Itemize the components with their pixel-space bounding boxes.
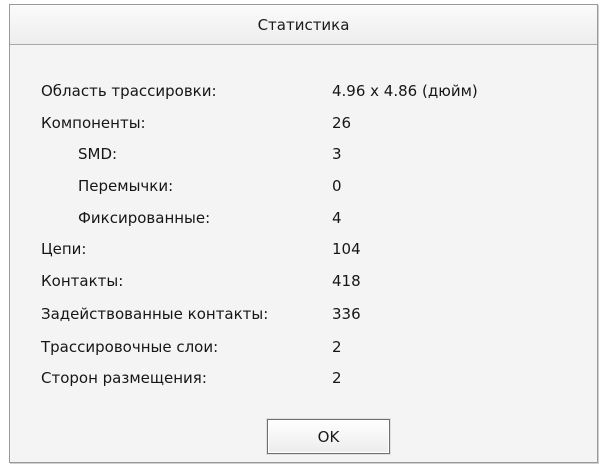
ok-button[interactable]: OK <box>267 419 390 454</box>
stat-label: Трассировочные слои: <box>41 338 219 356</box>
stat-row-smd: SMD: 3 <box>10 143 597 165</box>
stat-label: Контакты: <box>41 272 124 290</box>
stat-label: Сторон размещения: <box>41 369 207 387</box>
statistics-dialog: Статистика Область трассировки: 4.96 x 4… <box>9 4 598 463</box>
stat-row-jumpers: Перемычки: 0 <box>10 175 597 197</box>
stat-row-placement-sides: Сторон размещения: 2 <box>10 367 597 389</box>
stat-row-routing-layers: Трассировочные слои: 2 <box>10 336 597 358</box>
stat-row-pins: Контакты: 418 <box>10 270 597 292</box>
stat-label: Цепи: <box>41 240 87 258</box>
stat-value: 4 <box>332 209 342 227</box>
stat-value: 26 <box>332 114 352 132</box>
stat-label: Компоненты: <box>41 114 146 132</box>
stat-label: Задействованные контакты: <box>41 305 269 323</box>
stat-label: SMD: <box>78 145 118 163</box>
stat-row-components: Компоненты: 26 <box>10 112 597 134</box>
stat-value: 0 <box>332 177 342 195</box>
stat-value: 336 <box>332 305 361 323</box>
stat-value: 3 <box>332 145 342 163</box>
stat-label: Фиксированные: <box>78 209 211 227</box>
stat-value: 104 <box>332 240 361 258</box>
stat-row-fixed: Фиксированные: 4 <box>10 207 597 229</box>
stat-row-nets: Цепи: 104 <box>10 238 597 260</box>
stat-row-connected-pins: Задействованные контакты: 336 <box>10 303 597 325</box>
stat-value: 2 <box>332 338 342 356</box>
stat-label: Перемычки: <box>78 177 174 195</box>
stat-value: 4.96 x 4.86 (дюйм) <box>332 82 478 100</box>
stat-value: 2 <box>332 369 342 387</box>
stat-row-routing-area: Область трассировки: 4.96 x 4.86 (дюйм) <box>10 80 597 102</box>
stat-label: Область трассировки: <box>41 82 217 100</box>
stat-value: 418 <box>332 272 361 290</box>
statistics-list: Область трассировки: 4.96 x 4.86 (дюйм) … <box>10 5 597 462</box>
